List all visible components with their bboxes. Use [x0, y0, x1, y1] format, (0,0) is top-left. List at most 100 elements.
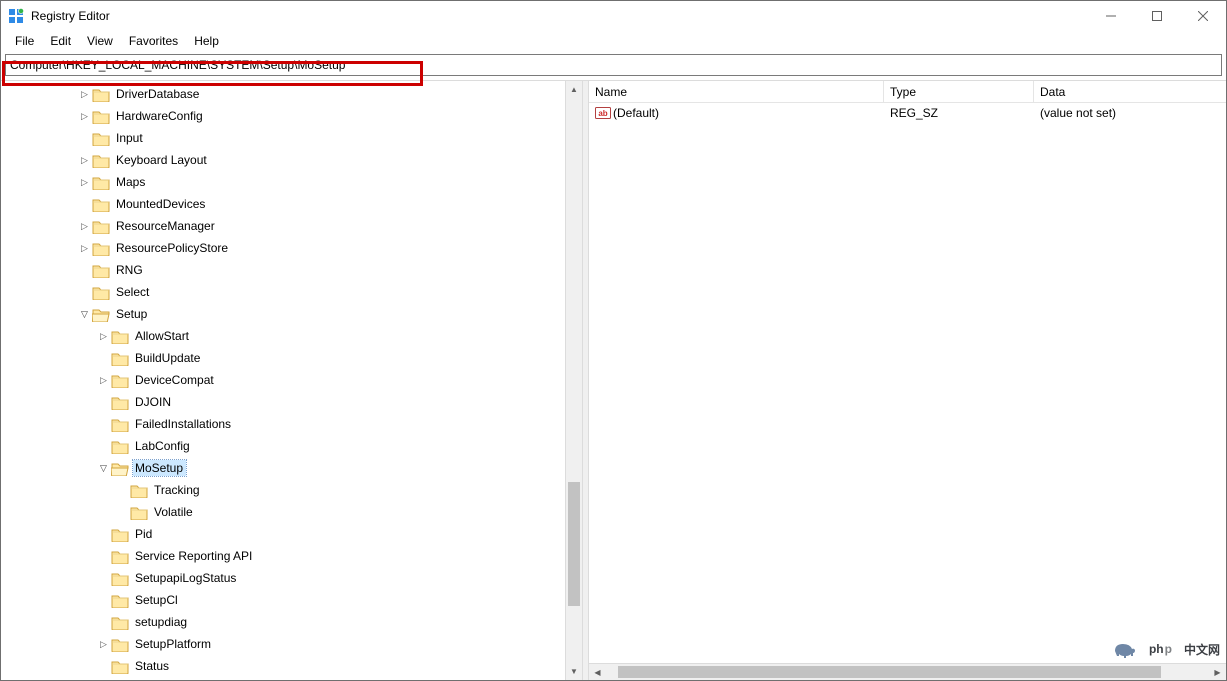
folder-icon — [111, 527, 129, 542]
tree-label: Keyboard Layout — [114, 152, 210, 168]
tree-item-maps[interactable]: Maps — [1, 171, 582, 193]
values-pane: Name Type Data (Default) REG_SZ(value not… — [589, 81, 1226, 680]
tree-scrollbar[interactable]: ▲ ▼ — [565, 81, 582, 680]
minimize-button[interactable] — [1088, 1, 1134, 31]
folder-icon — [111, 395, 129, 410]
folder-icon — [111, 417, 129, 432]
value-type: REG_SZ — [884, 106, 1034, 120]
tree-item-hardwareconfig[interactable]: HardwareConfig — [1, 105, 582, 127]
tree-label: AllowStart — [133, 328, 192, 344]
folder-icon — [111, 439, 129, 454]
value-name: (Default) — [613, 106, 659, 120]
string-value-icon — [595, 105, 611, 121]
values-h-scroll[interactable]: ◀ ▶ — [589, 663, 1226, 680]
tree-item-rng[interactable]: RNG — [1, 259, 582, 281]
tree-item-allowstart[interactable]: AllowStart — [1, 325, 582, 347]
h-scroll-thumb[interactable] — [618, 666, 1161, 678]
tree-item-mounteddevices[interactable]: MountedDevices — [1, 193, 582, 215]
tree-label: RNG — [114, 262, 146, 278]
expand-icon[interactable] — [77, 243, 92, 254]
column-data[interactable]: Data — [1034, 81, 1226, 102]
tree-label: ResourcePolicyStore — [114, 240, 231, 256]
tree-item-input[interactable]: Input — [1, 127, 582, 149]
column-name[interactable]: Name — [589, 81, 884, 102]
expand-icon[interactable] — [77, 89, 92, 100]
tree-item-resourcemanager[interactable]: ResourceManager — [1, 215, 582, 237]
brand-text: 中文网 — [1184, 641, 1220, 658]
collapse-icon[interactable] — [77, 309, 92, 320]
tree-item-labconfig[interactable]: LabConfig — [1, 435, 582, 457]
value-row[interactable]: (Default) REG_SZ(value not set) — [589, 103, 1226, 122]
menu-edit[interactable]: Edit — [42, 33, 79, 49]
collapse-icon[interactable] — [96, 463, 111, 474]
tree-label: Tracking — [152, 482, 203, 498]
watermark: php 中文网 — [1111, 640, 1220, 658]
expand-icon[interactable] — [96, 639, 111, 650]
value-data: (value not set) — [1034, 106, 1226, 120]
tree-item-setup[interactable]: Setup — [1, 303, 582, 325]
menu-help[interactable]: Help — [186, 33, 227, 49]
scroll-down-icon[interactable]: ▼ — [566, 663, 582, 680]
expand-icon[interactable] — [77, 111, 92, 122]
folder-icon — [92, 109, 110, 124]
tree-item-resourcepolicystore[interactable]: ResourcePolicyStore — [1, 237, 582, 259]
menu-view[interactable]: View — [79, 33, 121, 49]
split-container: DriverDatabaseHardwareConfig Input Keyboar… — [1, 81, 1226, 680]
elephant-icon — [1111, 640, 1137, 658]
scroll-right-icon[interactable]: ▶ — [1209, 664, 1226, 680]
tree-label: Pid — [133, 526, 155, 542]
tree-item-mosetup[interactable]: MoSetup — [1, 457, 582, 479]
menu-favorites[interactable]: Favorites — [121, 33, 186, 49]
expand-icon[interactable] — [77, 155, 92, 166]
tree-label: LabConfig — [133, 438, 193, 454]
tree-item-tracking[interactable]: Tracking — [1, 479, 582, 501]
expand-icon[interactable] — [77, 221, 92, 232]
tree-item-driverdatabase[interactable]: DriverDatabase — [1, 83, 582, 105]
tree-item-setupcl[interactable]: SetupCl — [1, 589, 582, 611]
tree-item-buildupdate[interactable]: BuildUpdate — [1, 347, 582, 369]
scroll-thumb[interactable] — [568, 482, 580, 606]
tree-label: DJOIN — [133, 394, 174, 410]
folder-icon — [130, 505, 148, 520]
column-type[interactable]: Type — [884, 81, 1034, 102]
tree-label: SetupCl — [133, 592, 181, 608]
scroll-up-icon[interactable]: ▲ — [566, 81, 582, 98]
tree-item-setupplatform[interactable]: SetupPlatform — [1, 633, 582, 655]
tree-label: setupdiag — [133, 614, 190, 630]
tree-item-select[interactable]: Select — [1, 281, 582, 303]
tree-item-status[interactable]: Status — [1, 655, 582, 677]
tree-label: Maps — [114, 174, 148, 190]
tree-item-keyboard-layout[interactable]: Keyboard Layout — [1, 149, 582, 171]
expand-icon[interactable] — [96, 331, 111, 342]
tree-label: SetupapiLogStatus — [133, 570, 239, 586]
window-title: Registry Editor — [31, 9, 110, 23]
tree-label: ResourceManager — [114, 218, 218, 234]
menu-file[interactable]: File — [7, 33, 42, 49]
folder-icon — [92, 197, 110, 212]
registry-tree[interactable]: DriverDatabaseHardwareConfig Input Keyboar… — [1, 81, 582, 680]
tree-label: Service Reporting API — [133, 548, 255, 564]
folder-icon — [92, 87, 110, 102]
expand-icon[interactable] — [77, 177, 92, 188]
tree-label: MoSetup — [133, 460, 186, 476]
close-button[interactable] — [1180, 1, 1226, 31]
tree-item-devicecompat[interactable]: DeviceCompat — [1, 369, 582, 391]
address-input[interactable] — [5, 54, 1222, 76]
folder-icon — [111, 373, 129, 388]
tree-item-setupapilogstatus[interactable]: SetupapiLogStatus — [1, 567, 582, 589]
tree-item-volatile[interactable]: Volatile — [1, 501, 582, 523]
list-header: Name Type Data — [589, 81, 1226, 103]
folder-icon — [92, 285, 110, 300]
values-list[interactable]: (Default) REG_SZ(value not set) — [589, 103, 1226, 663]
tree-label: Input — [114, 130, 146, 146]
tree-item-service-reporting-api[interactable]: Service Reporting API — [1, 545, 582, 567]
folder-icon — [92, 219, 110, 234]
tree-item-djoin[interactable]: DJOIN — [1, 391, 582, 413]
tree-item-failedinstallations[interactable]: FailedInstallations — [1, 413, 582, 435]
expand-icon[interactable] — [96, 375, 111, 386]
tree-item-pid[interactable]: Pid — [1, 523, 582, 545]
scroll-left-icon[interactable]: ◀ — [589, 664, 606, 680]
folder-icon — [111, 549, 129, 564]
maximize-button[interactable] — [1134, 1, 1180, 31]
tree-item-setupdiag[interactable]: setupdiag — [1, 611, 582, 633]
